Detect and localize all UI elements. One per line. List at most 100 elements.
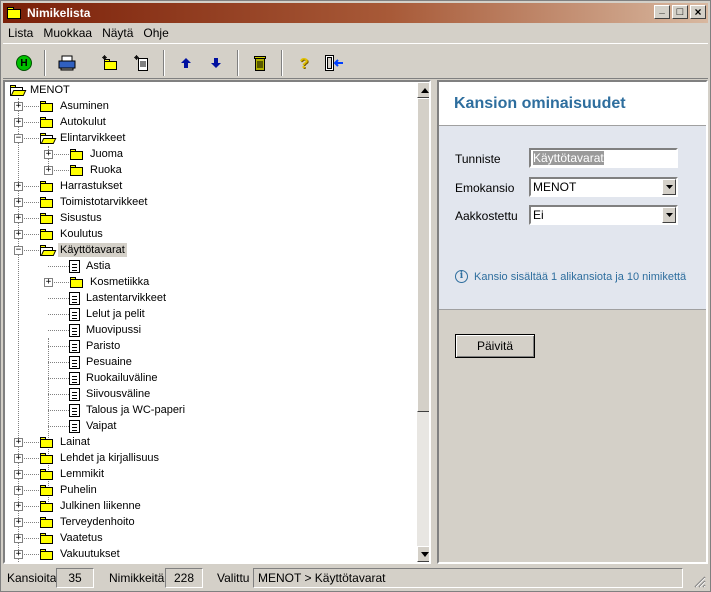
tree-folder[interactable]: Elintarvikkeet xyxy=(39,130,127,146)
tree-folder[interactable]: MENOT xyxy=(9,82,72,98)
expand-icon[interactable]: + xyxy=(44,278,53,287)
tunniste-value: Käyttötavarat xyxy=(533,151,604,165)
expand-icon[interactable]: + xyxy=(14,502,23,511)
tree-folder[interactable]: Käyttötavarat xyxy=(39,242,127,258)
folder-icon xyxy=(39,532,55,545)
tree-item[interactable]: Ruokailuväline xyxy=(69,370,160,386)
expand-icon[interactable]: + xyxy=(44,166,53,175)
expand-icon[interactable]: + xyxy=(14,118,23,127)
tree-item[interactable]: Talous ja WC-paperi xyxy=(69,402,187,418)
update-button[interactable]: Päivitä xyxy=(455,334,535,358)
expand-icon[interactable]: + xyxy=(14,102,23,111)
new-folder-button[interactable] xyxy=(99,52,121,74)
tree-item-label: Ruoka xyxy=(90,164,122,176)
tree-folder[interactable]: Ruoka xyxy=(69,162,124,178)
expand-icon[interactable]: + xyxy=(14,198,23,207)
print-button[interactable] xyxy=(56,52,78,74)
document-icon xyxy=(69,307,80,321)
scroll-up-button[interactable] xyxy=(417,82,429,98)
tree-guide-line xyxy=(48,378,69,379)
aakkostettu-dropdown-button[interactable] xyxy=(662,207,676,223)
expand-icon[interactable]: + xyxy=(14,534,23,543)
move-up-button[interactable] xyxy=(175,52,197,74)
expand-icon[interactable]: + xyxy=(14,486,23,495)
scroll-down-button[interactable] xyxy=(417,546,429,562)
menu-ohje[interactable]: Ohje xyxy=(138,26,173,40)
close-button[interactable]: × xyxy=(690,5,706,19)
tree-folder[interactable]: Julkinen liikenne xyxy=(39,498,143,514)
new-item-button[interactable] xyxy=(131,52,153,74)
tree-item-label: Kosmetiikka xyxy=(90,276,150,288)
category-tree[interactable]: MENOT + Asuminen + Autokulut − Elintarvikkeet +… xyxy=(3,80,431,564)
menu-nayta[interactable]: Näytä xyxy=(97,26,138,40)
tree-folder[interactable]: Puhelin xyxy=(39,482,99,498)
expand-icon[interactable]: + xyxy=(44,150,53,159)
arrow-down-icon xyxy=(211,58,221,68)
properties-form: Tunniste Käyttötavarat Emokansio MENOT A… xyxy=(439,126,706,310)
arrow-up-icon xyxy=(181,58,191,68)
collapse-icon[interactable]: − xyxy=(14,134,23,143)
tree-folder[interactable]: Sisustus xyxy=(39,210,104,226)
tree-folder[interactable]: Harrastukset xyxy=(39,178,124,194)
tree-item[interactable]: Paristo xyxy=(69,338,122,354)
folder-icon xyxy=(69,164,85,177)
tree-folder[interactable]: Vakuutukset xyxy=(39,546,122,562)
tree-folder[interactable]: Asuminen xyxy=(39,98,111,114)
move-down-button[interactable] xyxy=(205,52,227,74)
folder-icon xyxy=(39,452,55,465)
document-icon xyxy=(69,419,80,433)
tree-folder[interactable]: Autokulut xyxy=(39,114,108,130)
tree-item[interactable]: Siivousväline xyxy=(69,386,152,402)
delete-button[interactable] xyxy=(249,52,271,74)
expand-icon[interactable]: + xyxy=(14,230,23,239)
expand-icon[interactable]: + xyxy=(14,470,23,479)
tunniste-input[interactable]: Käyttötavarat xyxy=(529,148,678,168)
expand-icon[interactable]: + xyxy=(14,182,23,191)
tree-folder[interactable]: Lainat xyxy=(39,434,92,450)
tree-item[interactable]: Pesuaine xyxy=(69,354,134,370)
tree-item-label: Vaatetus xyxy=(60,532,103,544)
tree-folder[interactable]: Koulutus xyxy=(39,226,105,242)
expand-icon[interactable]: + xyxy=(14,214,23,223)
tree-folder[interactable]: Juoma xyxy=(69,146,125,162)
maximize-button[interactable]: □ xyxy=(672,5,688,19)
new-document-icon xyxy=(134,55,148,71)
tree-folder[interactable]: Lehdet ja kirjallisuus xyxy=(39,450,161,466)
expand-icon[interactable]: + xyxy=(14,518,23,527)
resize-grip-icon[interactable] xyxy=(692,574,706,588)
aakkostettu-select[interactable]: Ei xyxy=(529,205,678,225)
tree-item-label: Autokulut xyxy=(60,116,106,128)
tree-item[interactable]: Astia xyxy=(69,258,112,274)
tree-folder[interactable]: Terveydenhoito xyxy=(39,514,137,530)
title-bar[interactable]: Nimikelista _ □ × xyxy=(3,3,708,23)
scroll-thumb[interactable] xyxy=(417,98,429,412)
exit-door-icon xyxy=(325,55,343,71)
tree-folder[interactable]: Toimistotarvikkeet xyxy=(39,194,149,210)
tree-item[interactable]: Vaipat xyxy=(69,418,118,434)
tree-item[interactable]: Lelut ja pelit xyxy=(69,306,147,322)
tree-item[interactable]: Lastentarvikkeet xyxy=(69,290,168,306)
minimize-button[interactable]: _ xyxy=(654,5,670,19)
menu-muokkaa[interactable]: Muokkaa xyxy=(38,26,97,40)
emokansio-dropdown-button[interactable] xyxy=(662,179,676,195)
emokansio-select[interactable]: MENOT xyxy=(529,177,678,197)
menu-lista[interactable]: Lista xyxy=(3,26,38,40)
tree-item[interactable]: Muovipussi xyxy=(69,322,143,338)
tree-item-label: Lastentarvikkeet xyxy=(86,292,167,304)
toolbar: H ? xyxy=(3,43,708,79)
tree-folder[interactable]: Lemmikit xyxy=(39,466,106,482)
exit-button[interactable] xyxy=(323,52,345,74)
trash-icon xyxy=(254,56,266,71)
home-button[interactable]: H xyxy=(13,52,35,74)
tree-item-label: Käyttötavarat xyxy=(58,243,127,257)
tree-folder[interactable]: Kosmetiikka xyxy=(69,274,151,290)
open-folder-icon xyxy=(39,244,57,257)
help-button[interactable]: ? xyxy=(293,52,315,74)
expand-icon[interactable]: + xyxy=(14,550,23,559)
expand-icon[interactable]: + xyxy=(14,454,23,463)
folder-icon xyxy=(69,148,85,161)
collapse-icon[interactable]: − xyxy=(14,246,23,255)
tree-scrollbar[interactable] xyxy=(417,82,429,562)
expand-icon[interactable]: + xyxy=(14,438,23,447)
tree-folder[interactable]: Vaatetus xyxy=(39,530,105,546)
